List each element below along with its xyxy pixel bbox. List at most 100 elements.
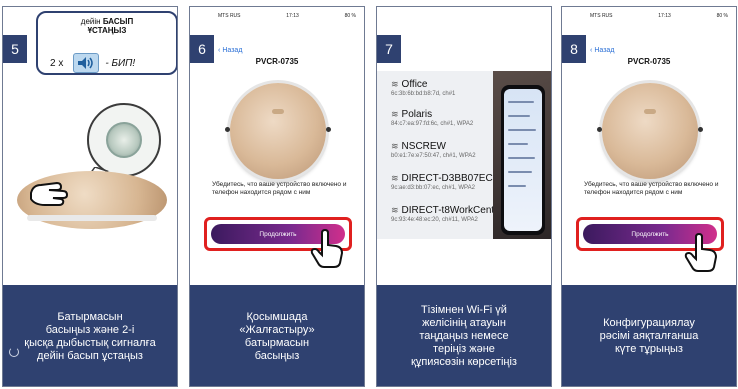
screen-line	[508, 101, 534, 103]
panel-caption: Тізімнен Wi-Fi үй желісінің атауын таңда…	[377, 285, 551, 386]
screen-line	[508, 129, 536, 131]
network-name: NSCREW	[401, 141, 446, 152]
callout-beep-row: 2 х - БИП!	[50, 53, 170, 73]
network-detail: b0:e1:7e:e7:50:47, ch#1, WPA2	[391, 153, 476, 159]
power-icon	[9, 347, 19, 357]
device-title: PVCR-0735	[627, 57, 671, 66]
caption-line: желісінің атауын	[422, 317, 506, 329]
caption-line: басыңыз және 2-і	[45, 323, 135, 336]
screen-line	[508, 115, 530, 117]
panel-step-6: MTS RUS 17:13 80 % ‹ Назад PVCR-0735 Убед…	[189, 6, 365, 387]
status-bar: MTS RUS 17:13 80 %	[218, 13, 356, 19]
robot-top-button	[272, 109, 284, 114]
callout-text-hold: ҰСТАҢЫЗ	[87, 26, 127, 35]
wifi-icon: ≋	[391, 173, 399, 183]
caption-line: батырмасын	[244, 336, 310, 349]
tapping-hand-icon	[684, 233, 718, 272]
caption-line: Қосымшада	[246, 310, 308, 323]
wifi-screen: ≋ Office 6c:3b:6b:bd:b8:7d, ch#1 ≋ Polaris…	[377, 7, 551, 285]
caption-line: қысқа дыбыстық сигналға	[24, 336, 156, 349]
side-brush	[326, 127, 331, 132]
wifi-icon: ≋	[391, 109, 399, 119]
back-button[interactable]: ‹ Назад	[590, 47, 614, 54]
panel-illustration: дейін БАСЫП ҰСТАҢЫЗ 2 х - БИП! 5	[3, 7, 177, 285]
chevron-left-icon: ‹	[590, 47, 593, 54]
battery-level: 80 %	[344, 13, 356, 19]
step-number: 6	[190, 35, 214, 63]
network-name: DIRECT-D3BB07EC	[401, 173, 493, 184]
panel-caption: Конфигурациялау рәсімі аяқталғанша күте …	[562, 285, 736, 386]
press-hold-callout: дейін БАСЫП ҰСТАҢЫЗ 2 х - БИП!	[36, 11, 177, 75]
power-button-icon	[106, 122, 142, 158]
wifi-network-item[interactable]: ≋ Polaris 84:c7:ea:97:fd:6c, ch#1, WPA2	[391, 109, 473, 127]
panel-step-8: MTS RUS 17:13 80 % ‹ Назад PVCR-0735 Убед…	[561, 6, 737, 387]
callout-text-press: БАСЫП	[102, 17, 134, 26]
beep-text: - БИП!	[105, 57, 136, 69]
panel-caption: Қосымшада «Жалғастыру» батырмасын басыңы…	[190, 285, 364, 386]
step-number: 8	[562, 35, 586, 63]
robot-vacuum-image	[597, 83, 703, 179]
panel-step-7: ≋ Office 6c:3b:6b:bd:b8:7d, ch#1 ≋ Polaris…	[376, 6, 552, 387]
wifi-network-item[interactable]: ≋ NSCREW b0:e1:7e:e7:50:47, ch#1, WPA2	[391, 141, 476, 159]
panel-step-5: дейін БАСЫП ҰСТАҢЫЗ 2 х - БИП! 5 Батырма…	[2, 6, 178, 387]
caption-line: Конфигурациялау	[603, 317, 695, 329]
tapping-hand-icon	[310, 229, 344, 268]
instruction-text: Убедитесь, что ваше устройство включено …	[584, 181, 719, 196]
app-screen: MTS RUS 17:13 80 % ‹ Назад PVCR-0735 Убед…	[562, 7, 736, 285]
caption-line: құпиясөзін көрсетіңіз	[411, 356, 517, 368]
screen-line	[508, 171, 532, 173]
back-label: Назад	[594, 47, 615, 54]
screen-line	[508, 185, 526, 187]
caption-line: Тізімнен Wi-Fi үй	[421, 304, 507, 316]
carrier-label: MTS RUS	[218, 13, 241, 19]
network-name: Polaris	[401, 109, 433, 120]
caption-line: «Жалғастыру»	[239, 323, 315, 336]
network-detail: 84:c7:ea:97:fd:6c, ch#1, WPA2	[391, 121, 474, 127]
wifi-network-item[interactable]: ≋ Office 6c:3b:6b:bd:b8:7d, ch#1	[391, 79, 455, 97]
network-detail: 9c:ae:d3:bb:07:ec, ch#1, WPA2	[391, 185, 475, 191]
robot-vacuum-image	[225, 83, 331, 179]
wifi-network-item[interactable]: ≋ DIRECT-D3BB07EC 9c:ae:d3:bb:07:ec, ch#1…	[391, 173, 493, 191]
step-number: 7	[377, 35, 401, 63]
side-brush	[698, 127, 703, 132]
callout-heading: дейін БАСЫП ҰСТАҢЫЗ	[38, 17, 176, 35]
panel-caption: Батырмасын басыңыз және 2-і қысқа дыбыст…	[3, 285, 177, 386]
wifi-icon: ≋	[391, 205, 399, 215]
wifi-icon: ≋	[391, 79, 399, 89]
caption-line: Батырмасын	[57, 310, 123, 323]
speaker-volume-icon	[73, 53, 100, 73]
pointing-hand-icon	[30, 181, 69, 206]
instruction-text: Убедитесь, что ваше устройство включено …	[212, 181, 347, 196]
status-bar: MTS RUS 17:13 80 %	[590, 13, 728, 19]
wifi-icon: ≋	[391, 141, 399, 151]
robot-top-button	[644, 109, 656, 114]
clock: 17:13	[286, 13, 299, 19]
chevron-left-icon: ‹	[218, 47, 221, 54]
screen-line	[508, 143, 528, 145]
device-title: PVCR-0735	[255, 57, 299, 66]
caption-line: күте тұрыңыз	[614, 343, 683, 355]
caption-line: рәсімі аяқталғанша	[599, 330, 699, 342]
battery-level: 80 %	[716, 13, 728, 19]
beep-count: 2 х	[50, 57, 64, 69]
side-brush	[225, 127, 230, 132]
caption-line: таңдаңыз немесе	[419, 330, 509, 342]
back-button[interactable]: ‹ Назад	[218, 47, 242, 54]
network-detail: 6c:3b:6b:bd:b8:7d, ch#1	[391, 91, 456, 97]
smartphone	[501, 85, 545, 235]
network-name: Office	[401, 79, 428, 90]
caption-line: дейін басып ұстаңыз	[37, 349, 143, 362]
back-label: Назад	[222, 47, 243, 54]
app-screen: MTS RUS 17:13 80 % ‹ Назад PVCR-0735 Убед…	[190, 7, 364, 285]
caption-line: теріңіз және	[433, 343, 495, 355]
step-number: 5	[3, 35, 27, 63]
smartphone-screen	[504, 89, 542, 231]
callout-text-until: дейін	[80, 17, 101, 26]
side-brush	[597, 127, 602, 132]
smartphone-photo	[493, 71, 551, 239]
clock: 17:13	[658, 13, 671, 19]
carrier-label: MTS RUS	[590, 13, 613, 19]
caption-line: басыңыз	[254, 349, 300, 362]
screen-line	[508, 157, 535, 159]
robot-button-closeup	[87, 103, 161, 177]
